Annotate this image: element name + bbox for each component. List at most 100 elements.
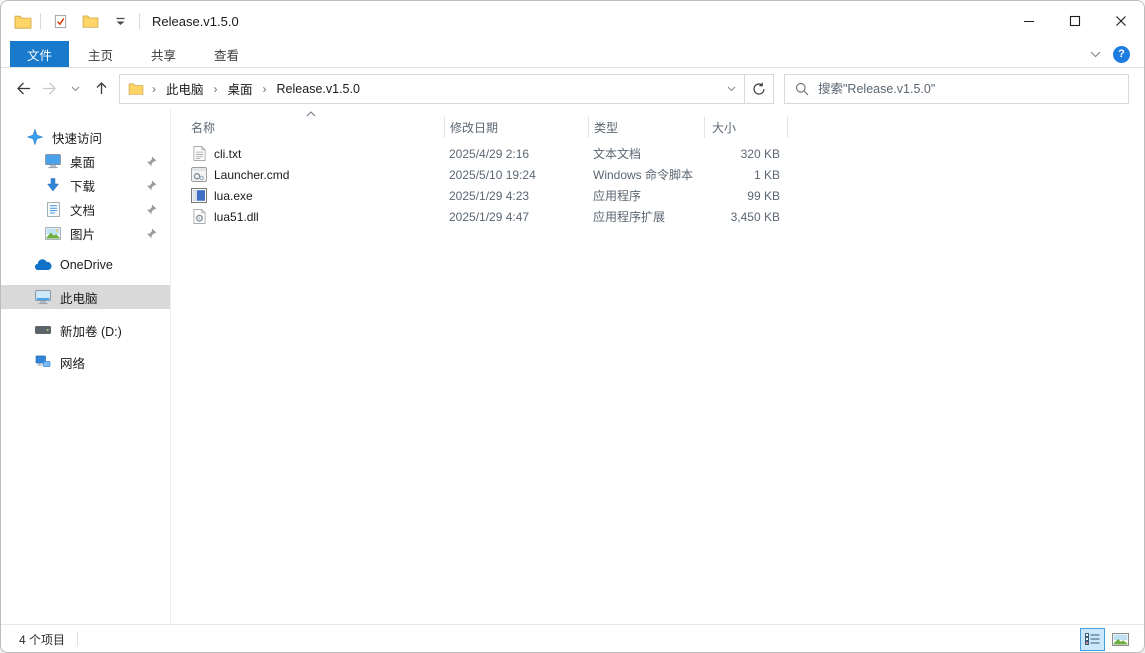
breadcrumb-item-this-pc[interactable]: 此电脑 — [164, 77, 206, 100]
search-box[interactable] — [784, 74, 1129, 104]
large-icons-view-button[interactable] — [1108, 628, 1133, 651]
column-header-label: 大小 — [712, 119, 736, 136]
sort-ascending-icon — [306, 111, 316, 117]
status-bar: 4 个项目 — [1, 624, 1144, 653]
breadcrumb: › 此电脑 › 桌面 › Release.v1.5.0 — [120, 77, 718, 100]
sidebar-item-drive-d[interactable]: 新加卷 (D:) — [1, 318, 170, 342]
dll-file-icon — [191, 209, 207, 224]
tab-home-label: 主页 — [88, 45, 113, 64]
pin-icon — [146, 156, 157, 167]
downloads-icon — [44, 178, 62, 192]
qat-customize-dropdown[interactable] — [109, 9, 131, 33]
pin-icon — [146, 204, 157, 215]
file-name: lua.exe — [214, 189, 253, 203]
sidebar-item-label: 图片 — [70, 224, 95, 243]
file-row-cli-txt[interactable]: cli.txt 2025/4/29 2:16 文本文档 320 KB — [171, 143, 1144, 164]
file-type: 应用程序 — [588, 187, 704, 204]
sidebar-item-documents[interactable]: 文档 — [1, 197, 170, 221]
file-name: cli.txt — [214, 147, 241, 161]
file-date: 2025/1/29 4:47 — [444, 210, 588, 224]
tab-file-label: 文件 — [27, 45, 52, 64]
main-area: 快速访问 桌面 下载 — [1, 109, 1144, 624]
pin-icon — [146, 228, 157, 239]
column-header-type[interactable]: 类型 — [588, 117, 704, 138]
column-header-size[interactable]: 大小 — [704, 117, 788, 138]
column-header-date-modified[interactable]: 修改日期 — [444, 117, 588, 138]
file-type: 应用程序扩展 — [588, 208, 704, 225]
tab-share-label: 共享 — [151, 45, 176, 64]
breadcrumb-chevron-icon[interactable]: › — [213, 82, 219, 96]
recent-locations-dropdown[interactable] — [63, 76, 87, 102]
desktop-icon — [44, 154, 62, 169]
sidebar-item-downloads[interactable]: 下载 — [1, 173, 170, 197]
sidebar-item-label: 桌面 — [70, 152, 95, 171]
file-size: 320 KB — [704, 147, 788, 161]
close-button[interactable] — [1098, 1, 1144, 41]
sidebar-item-onedrive[interactable]: OneDrive — [1, 253, 170, 277]
exe-file-icon — [191, 188, 207, 203]
network-icon — [34, 355, 52, 369]
tab-share[interactable]: 共享 — [132, 41, 195, 67]
this-pc-icon — [34, 290, 52, 305]
onedrive-cloud-icon — [34, 259, 52, 271]
file-date: 2025/5/10 19:24 — [444, 168, 588, 182]
column-header-name[interactable]: 名称 — [171, 117, 444, 138]
details-view-button[interactable] — [1080, 628, 1105, 651]
breadcrumb-folder-icon — [128, 82, 144, 95]
sidebar-item-label: OneDrive — [60, 258, 113, 272]
forward-button[interactable] — [37, 76, 61, 102]
file-size: 3,450 KB — [704, 210, 788, 224]
titlebar: Release.v1.5.0 — [1, 1, 1144, 41]
up-button[interactable] — [89, 76, 113, 102]
breadcrumb-chevron-icon[interactable]: › — [262, 82, 268, 96]
ribbon-collapse-chevron-icon[interactable] — [1090, 51, 1101, 58]
file-name: Launcher.cmd — [214, 168, 289, 182]
cmd-file-icon — [191, 167, 207, 182]
file-row-launcher-cmd[interactable]: Launcher.cmd 2025/5/10 19:24 Windows 命令脚… — [171, 164, 1144, 185]
item-count: 4 个项目 — [1, 631, 65, 648]
navigation-toolbar: › 此电脑 › 桌面 › Release.v1.5.0 — [1, 68, 1144, 109]
file-type: Windows 命令脚本 — [588, 166, 704, 183]
search-input[interactable] — [818, 82, 1128, 96]
maximize-button[interactable] — [1052, 1, 1098, 41]
back-button[interactable] — [11, 76, 35, 102]
minimize-button[interactable] — [1006, 1, 1052, 41]
address-bar[interactable]: › 此电脑 › 桌面 › Release.v1.5.0 — [119, 74, 774, 104]
address-dropdown-button[interactable] — [718, 75, 744, 103]
column-header-label: 修改日期 — [450, 119, 498, 136]
file-date: 2025/4/29 2:16 — [444, 147, 588, 161]
file-row-lua51-dll[interactable]: lua51.dll 2025/1/29 4:47 应用程序扩展 3,450 KB — [171, 206, 1144, 227]
tab-view-label: 查看 — [214, 45, 239, 64]
sidebar-item-pictures[interactable]: 图片 — [1, 221, 170, 245]
search-icon — [795, 82, 809, 96]
breadcrumb-item-current-folder[interactable]: Release.v1.5.0 — [275, 80, 362, 98]
ribbon-tab-bar: 文件 主页 共享 查看 ? — [1, 41, 1144, 68]
file-name: lua51.dll — [214, 210, 259, 224]
file-row-lua-exe[interactable]: lua.exe 2025/1/29 4:23 应用程序 99 KB — [171, 185, 1144, 206]
help-icon[interactable]: ? — [1113, 46, 1130, 63]
pictures-icon — [44, 227, 62, 240]
tab-file[interactable]: 文件 — [10, 41, 69, 67]
sidebar-item-network[interactable]: 网络 — [1, 350, 170, 374]
breadcrumb-item-desktop[interactable]: 桌面 — [226, 77, 255, 100]
refresh-button[interactable] — [744, 75, 773, 103]
column-headers: 名称 修改日期 类型 大小 — [171, 112, 1144, 143]
sidebar-item-desktop[interactable]: 桌面 — [1, 149, 170, 173]
breadcrumb-chevron-icon[interactable]: › — [151, 82, 157, 96]
sidebar-item-this-pc[interactable]: 此电脑 — [1, 285, 170, 309]
sidebar-item-quick-access[interactable]: 快速访问 — [1, 125, 170, 149]
tab-home[interactable]: 主页 — [69, 41, 132, 67]
pin-icon — [146, 180, 157, 191]
status-separator — [77, 632, 78, 646]
file-size: 1 KB — [704, 168, 788, 182]
sidebar-item-label: 下载 — [70, 176, 95, 195]
hard-drive-icon — [34, 326, 52, 334]
sidebar-item-label: 快速访问 — [52, 128, 102, 147]
explorer-window: Release.v1.5.0 文件 主页 共享 查看 ? — [0, 0, 1145, 653]
file-list-area: 名称 修改日期 类型 大小 cli.txt 2025/4/29 2:16 文本文… — [171, 109, 1144, 624]
file-type: 文本文档 — [588, 145, 704, 162]
tab-view[interactable]: 查看 — [195, 41, 258, 67]
quick-access-star-icon — [26, 129, 44, 145]
qat-properties-button[interactable] — [49, 9, 71, 33]
qat-new-folder-button[interactable] — [79, 9, 101, 33]
